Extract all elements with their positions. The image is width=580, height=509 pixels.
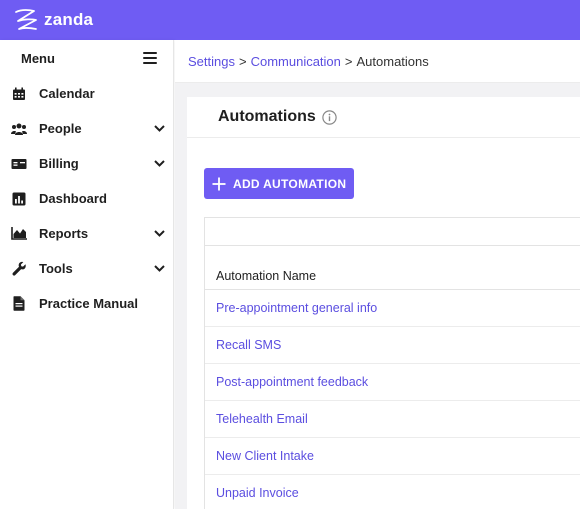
sidebar-item-label: Calendar (39, 86, 95, 101)
sidebar-item-label: Billing (39, 156, 79, 171)
sidebar-item-label: Dashboard (39, 191, 107, 206)
table-row[interactable]: Post-appointment feedback (205, 364, 580, 401)
sidebar-item-billing[interactable]: Billing (0, 146, 173, 181)
calendar-icon (11, 86, 27, 102)
sidebar-item-dashboard[interactable]: Dashboard (0, 181, 173, 216)
automation-link[interactable]: Post-appointment feedback (216, 375, 368, 389)
table-header: Automation Name (205, 246, 580, 290)
table-row[interactable]: Recall SMS (205, 327, 580, 364)
menu-title: Menu (21, 50, 55, 66)
add-automation-label: ADD AUTOMATION (233, 176, 347, 191)
automation-link[interactable]: Unpaid Invoice (216, 486, 299, 500)
page-title: Automations (218, 108, 316, 125)
automation-link[interactable]: Recall SMS (216, 338, 281, 352)
main-content: Settings > Communication > Automations A… (175, 40, 580, 509)
breadcrumb-separator: > (344, 53, 353, 69)
automation-link[interactable]: Telehealth Email (216, 412, 308, 426)
breadcrumb: Settings > Communication > Automations (175, 40, 580, 83)
table-row[interactable]: Pre-appointment general info (205, 290, 580, 327)
automations-table: Automation Name Pre-appointment general … (204, 217, 580, 509)
sidebar-item-label: Reports (39, 226, 89, 241)
table-toolbar (205, 218, 580, 246)
automation-link[interactable]: Pre-appointment general info (216, 301, 377, 315)
chevron-down-icon[interactable] (153, 123, 165, 135)
column-header-automation-name[interactable]: Automation Name (216, 269, 316, 283)
card-header: Automations (187, 97, 580, 138)
table-row[interactable]: New Client Intake (205, 438, 580, 475)
info-icon[interactable] (322, 109, 337, 125)
breadcrumb-separator: > (238, 53, 247, 69)
sidebar-item-label: Tools (39, 261, 73, 276)
sidebar-item-label: People (39, 121, 82, 136)
sidebar-item-calendar[interactable]: Calendar (0, 76, 173, 111)
sidebar-item-reports[interactable]: Reports (0, 216, 173, 251)
sidebar: Menu Calendar People Billing Dashboard R… (0, 40, 174, 509)
people-icon (11, 121, 27, 137)
breadcrumb-current: Automations (356, 53, 429, 69)
automations-card: Automations ADD AUTOMATION Automation Na… (187, 97, 580, 509)
sidebar-item-tools[interactable]: Tools (0, 251, 173, 286)
document-icon (11, 296, 27, 312)
wrench-icon (11, 261, 27, 277)
sidebar-item-practice-manual[interactable]: Practice Manual (0, 286, 173, 321)
menu-header: Menu (0, 40, 173, 76)
add-automation-button[interactable]: ADD AUTOMATION (204, 168, 354, 199)
sidebar-item-label: Practice Manual (39, 296, 138, 311)
table-row[interactable]: Telehealth Email (205, 401, 580, 438)
chevron-down-icon[interactable] (153, 158, 165, 170)
reports-icon (11, 226, 27, 242)
chevron-down-icon[interactable] (153, 228, 165, 240)
brand-name: zanda (44, 10, 94, 29)
hamburger-menu-icon[interactable] (143, 52, 157, 64)
automation-link[interactable]: New Client Intake (216, 449, 314, 463)
zanda-logo-icon (15, 9, 37, 30)
plus-icon (212, 177, 226, 191)
sidebar-item-people[interactable]: People (0, 111, 173, 146)
breadcrumb-settings-link[interactable]: Settings (188, 54, 235, 69)
top-bar: zanda (0, 0, 580, 40)
table-row[interactable]: Unpaid Invoice (205, 475, 580, 509)
zanda-logo[interactable]: zanda (12, 7, 93, 33)
breadcrumb-communication-link[interactable]: Communication (251, 54, 341, 69)
dashboard-icon (11, 191, 27, 207)
chevron-down-icon[interactable] (153, 263, 165, 275)
billing-icon (11, 156, 27, 172)
